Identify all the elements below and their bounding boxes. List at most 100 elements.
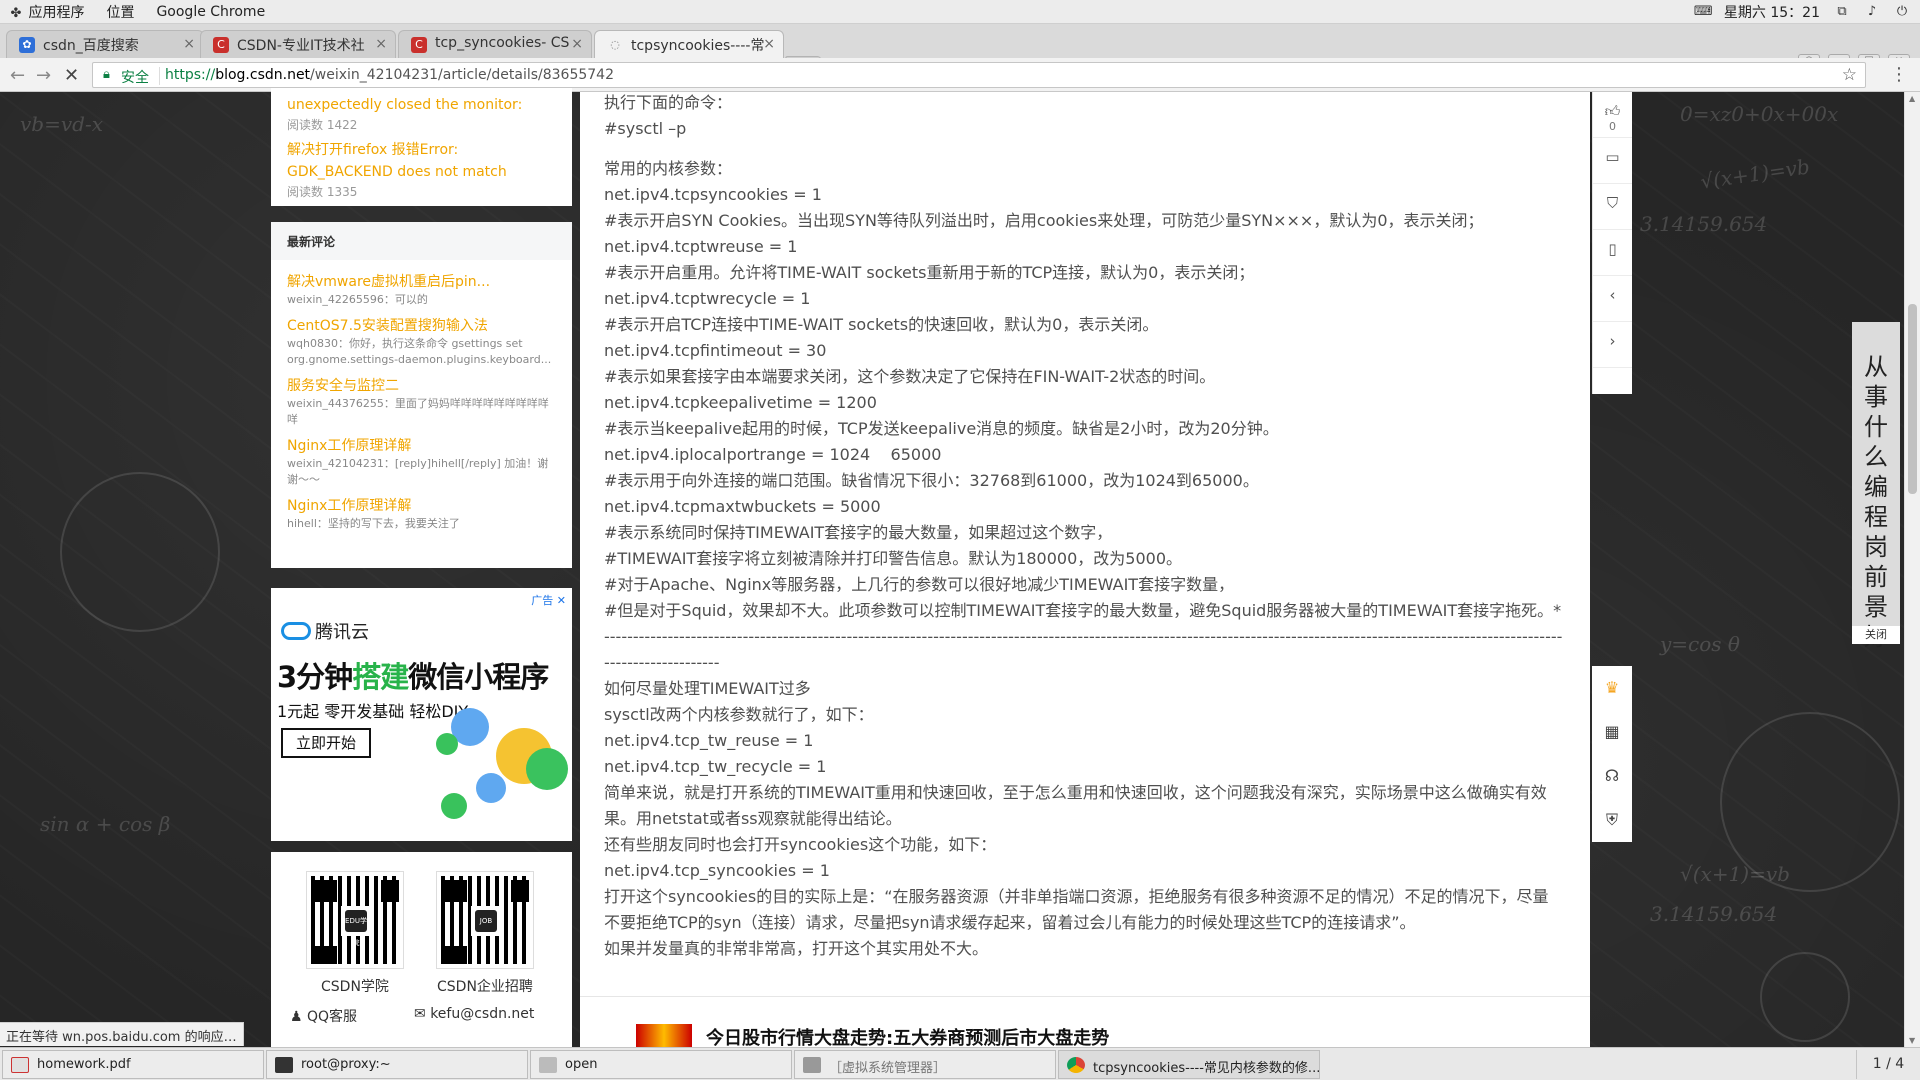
network-icon[interactable]: ⧉ — [1834, 4, 1850, 20]
system-top-bar: ✤ 应用程序 位置 Google Chrome ⌨ 星期六 15：21 ⧉ ♪ … — [0, 0, 1920, 24]
article-line: #表示开启SYN Cookies。当出现SYN等待队列溢出时，启用cookies… — [604, 211, 1484, 230]
article-divider — [580, 996, 1590, 997]
stop-loading-icon[interactable]: ✕ — [64, 65, 79, 86]
ad-start-button[interactable]: 立即开始 — [281, 728, 371, 758]
comment-article-link[interactable]: CentOS7.5安装配置搜狗输入法 — [287, 316, 556, 336]
url-text[interactable]: https://blog.csdn.net/weixin_42104231/ar… — [165, 67, 614, 83]
taskbar-item-chrome[interactable]: tcpsyncookies----常见内核参数的修... — [1058, 1050, 1320, 1079]
mobile-view-button[interactable]: ▯ — [1593, 230, 1632, 276]
comment-article-link[interactable]: Nginx工作原理详解 — [287, 496, 556, 516]
forward-arrow-icon[interactable]: → — [36, 65, 51, 86]
taskbar-item-virt-manager[interactable]: ［虚拟系统管理器］ — [794, 1050, 1056, 1079]
baidu-paw-icon: ✿ — [19, 37, 35, 53]
qq-penguin-icon: ♟ — [290, 1009, 303, 1025]
pdf-document-icon — [11, 1057, 29, 1073]
tab-tcpsyncookies-active[interactable]: ◌ tcpsyncookies----常 × — [594, 30, 784, 58]
popular-article-link[interactable]: unexpectedly closed the monitor: — [287, 94, 556, 116]
applications-menu[interactable]: ✤ 应用程序 — [8, 2, 85, 22]
qr-icon: ▦ — [1604, 722, 1620, 741]
ad-tag[interactable]: 广告 ✕ — [531, 592, 566, 608]
article-line: 打开这个syncookies的目的实际上是：“在服务器资源（并非单指端口资源，拒… — [604, 887, 1549, 906]
read-count: 阅读数 1335 — [287, 185, 358, 199]
scroll-up-icon[interactable]: ▲ — [1909, 94, 1915, 103]
workspace-pager[interactable]: 1 / 4 — [1856, 1050, 1920, 1079]
bookmark-star-icon[interactable]: ☆ — [1842, 65, 1857, 85]
scroll-down-icon[interactable]: ▼ — [1909, 1036, 1915, 1045]
cloud-logo-icon — [281, 622, 311, 640]
code-line: net.ipv4.tcpkeepalivetime = 1200 — [604, 393, 877, 412]
comment-article-link[interactable]: 解决vmware虚拟机重启后pin... — [287, 272, 556, 292]
latest-comments-card: 最新评论 解决vmware虚拟机重启后pin... weixin_4226559… — [271, 222, 572, 568]
bookmark-button[interactable]: ⛉ — [1593, 184, 1632, 230]
next-article-button[interactable]: › — [1593, 322, 1632, 368]
chalk-decoration: y=cos θ — [1660, 632, 1740, 656]
power-icon[interactable]: ⏻ — [1894, 4, 1910, 20]
close-ad-icon[interactable]: ✕ — [557, 594, 566, 607]
code-line: net.ipv4.tcp_syncookies = 1 — [604, 861, 830, 880]
latest-comments-header: 最新评论 — [271, 222, 572, 260]
article-body: 执行下面的命令： #sysctl –p 常用的内核参数： net.ipv4.tcpsy… — [580, 92, 1590, 1047]
article-line: 如果并发量真的非常非常高，打开这个其实用处不大。 — [604, 939, 989, 958]
address-bar[interactable]: 🔒︎ 安全 https://blog.csdn.net/weixin_42104… — [92, 62, 1866, 88]
qr-code-job[interactable]: JOB — [436, 871, 534, 969]
comment-button[interactable]: ▭ — [1593, 138, 1632, 184]
email-link[interactable]: ✉ kefu@csdn.net — [414, 1006, 534, 1022]
article-line: #表示当keepalive起用的时候，TCP发送keepalive消息的频度。缺… — [604, 419, 1279, 438]
chalk-decoration: vb=vd-x — [20, 112, 103, 136]
like-button[interactable]: 👍︎ 0 — [1593, 92, 1632, 138]
code-line: net.ipv4.tcp_tw_recycle = 1 — [604, 757, 827, 776]
tencent-cloud-ad[interactable]: 广告 ✕ 腾讯云 3分钟搭建微信小程序 1元起 零开发基础 轻松DIY 立即开始 — [271, 588, 572, 841]
article-line: #表示开启重用。允许将TIME-WAIT sockets重新用于新的TCP连接，… — [604, 263, 1255, 282]
close-vertical-ad-button[interactable]: 关闭 — [1852, 626, 1900, 644]
article-line: sysctl改两个内核参数就行了，如下： — [604, 705, 874, 724]
close-tab-icon[interactable]: × — [571, 36, 583, 52]
qq-service-link[interactable]: ♟ QQ客服 — [290, 1006, 357, 1026]
clock[interactable]: 星期六 15：21 — [1724, 2, 1820, 22]
qr-code-button[interactable]: ▦ — [1592, 710, 1632, 754]
keyboard-icon[interactable]: ⌨ — [1694, 4, 1713, 20]
browser-toolbar: ← → ✕ 🔒︎ 安全 https://blog.csdn.net/weixin… — [0, 58, 1920, 92]
popular-article-link[interactable]: 解决打开firefox 报错Error: GDK_BACKEND does no… — [287, 139, 556, 183]
lock-icon[interactable]: 🔒︎ — [103, 67, 110, 82]
tab-strip: ✿ csdn_百度搜索 × C CSDN-专业IT技术社 × C tcp_syn… — [0, 24, 1920, 76]
window-list-taskbar: homework.pdf root@proxy:~ open ［虚拟系统管理器］… — [0, 1047, 1920, 1080]
report-button[interactable]: ⛨ — [1592, 798, 1632, 842]
close-tab-icon[interactable]: × — [183, 36, 195, 52]
previous-article-button[interactable]: ‹ — [1593, 276, 1632, 322]
comment-article-link[interactable]: 服务安全与监控二 — [287, 376, 556, 396]
code-line: net.ipv4.tcpfintimeout = 30 — [604, 341, 827, 360]
chrome-menu-icon[interactable]: ⋮ — [1890, 64, 1908, 85]
volume-icon[interactable]: ♪ — [1864, 4, 1880, 20]
places-menu[interactable]: 位置 — [106, 2, 134, 22]
close-tab-icon[interactable]: × — [763, 36, 775, 52]
news-thumbnail — [636, 1024, 692, 1047]
qr-code-edu[interactable]: EDU学院 — [306, 871, 404, 969]
ad-bubble — [441, 793, 467, 819]
chalk-circle — [60, 472, 220, 632]
article-line: 执行下面的命令： — [604, 93, 733, 112]
terminal-icon — [275, 1057, 293, 1073]
recommended-news-item[interactable]: 今日股市行情大盘走势:五大券商预测后市大盘走势 — [636, 1024, 1109, 1047]
taskbar-item-terminal[interactable]: root@proxy:~ — [266, 1050, 528, 1079]
scrollbar-thumb[interactable] — [1908, 304, 1917, 494]
vip-button[interactable]: ♛ — [1592, 666, 1632, 710]
active-app-menu[interactable]: Google Chrome — [156, 4, 265, 20]
page-scrollbar[interactable]: ▲ ▼ — [1904, 92, 1920, 1047]
taskbar-item-open[interactable]: open — [530, 1050, 792, 1079]
tab-baidu-search[interactable]: ✿ csdn_百度搜索 × — [6, 30, 204, 58]
chrome-icon — [1067, 1057, 1085, 1073]
vertical-ad-banner[interactable]: 从事什么编程岗前景好 关闭 — [1852, 322, 1900, 651]
customer-service-button[interactable]: ☊ — [1592, 754, 1632, 798]
tab-csdn-home[interactable]: C CSDN-专业IT技术社 × — [200, 30, 396, 58]
secure-label[interactable]: 安全 — [121, 67, 149, 87]
chalk-circle — [1720, 712, 1900, 892]
article-line: -------------------- — [604, 653, 720, 672]
close-tab-icon[interactable]: × — [375, 36, 387, 52]
taskbar-item-pdf[interactable]: homework.pdf — [2, 1050, 264, 1079]
tab-tcp-syncookies-csdn[interactable]: C tcp_syncookies- CS × — [398, 30, 592, 58]
code-line: net.ipv4.tcp_tw_reuse = 1 — [604, 731, 814, 750]
loading-spinner-icon: ◌ — [610, 38, 620, 51]
chevron-right-icon: › — [1609, 332, 1616, 350]
comment-article-link[interactable]: Nginx工作原理详解 — [287, 436, 556, 456]
back-arrow-icon[interactable]: ← — [10, 65, 25, 86]
